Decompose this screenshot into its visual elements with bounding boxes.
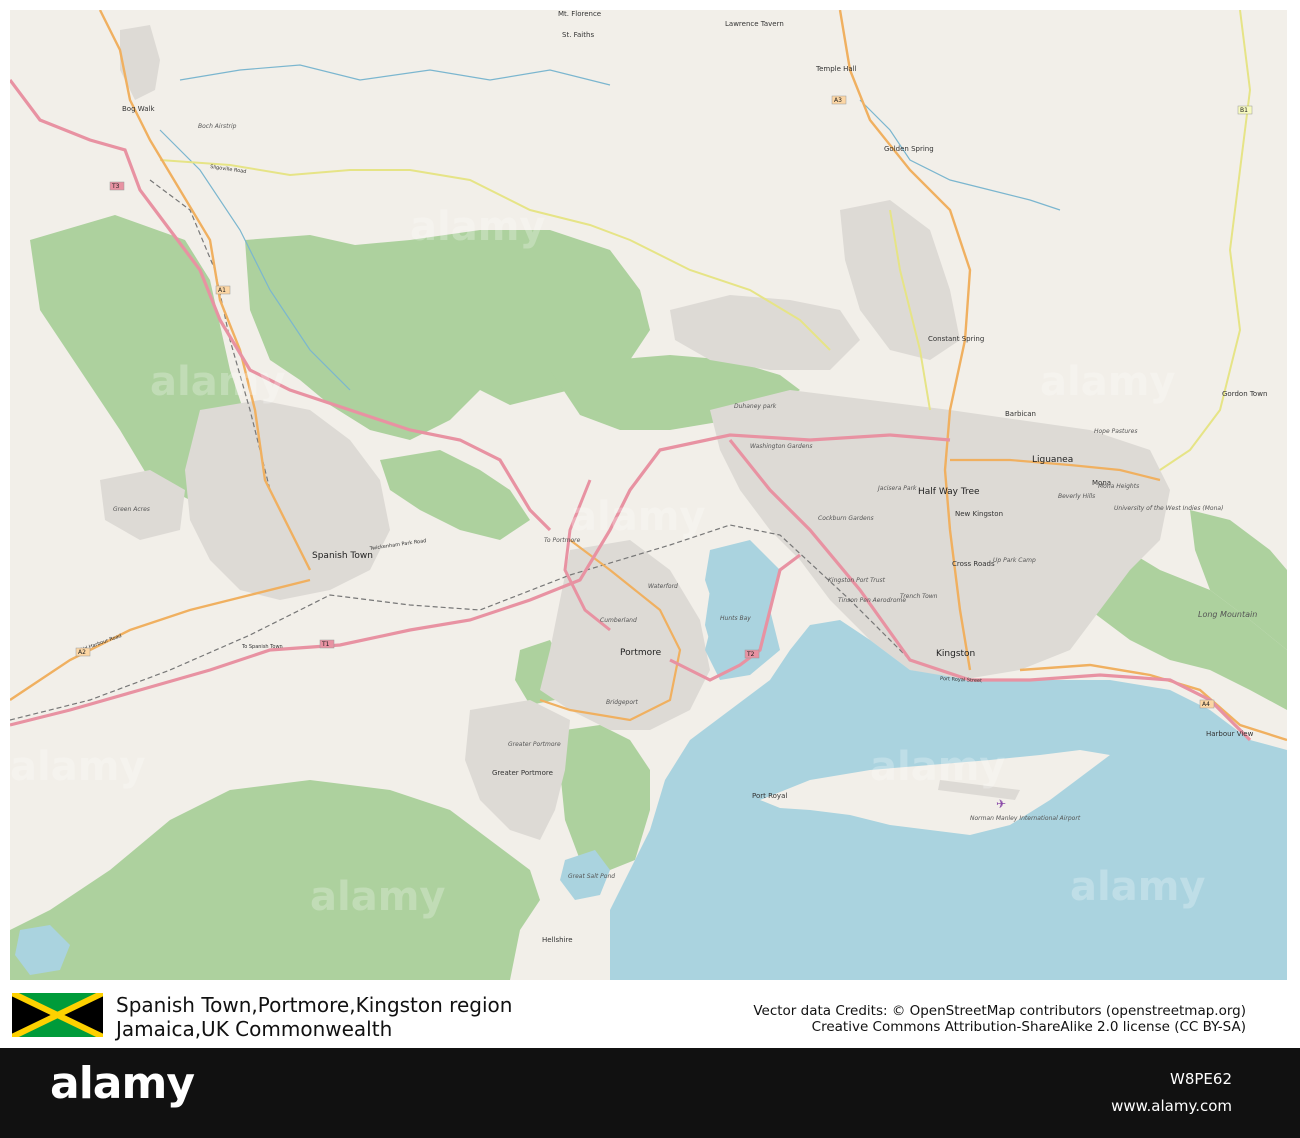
watermark: alamy [1040, 359, 1175, 405]
stock-url: www.alamy.com [1111, 1097, 1232, 1115]
label-mona-heights: Mona Heights [1098, 483, 1139, 490]
label-hunts-bay: Hunts Bay [720, 615, 751, 622]
label-bog-walk: Bog Walk [122, 105, 155, 113]
label-golden-spring: Golden Spring [884, 145, 934, 153]
map-title-line2: Jamaica,UK Commonwealth [116, 1017, 393, 1041]
label-gordon-town: Gordon Town [1222, 390, 1267, 398]
stock-banner [0, 1048, 1300, 1138]
label-barbican: Barbican [1005, 410, 1036, 418]
label-duhaney-park: Duhaney park [734, 403, 777, 410]
label-up-park-camp: Up Park Camp [993, 557, 1036, 564]
watermark: alamy [150, 359, 285, 405]
label-cumberland: Cumberland [600, 617, 637, 624]
stock-logo: alamy [50, 1058, 195, 1109]
label-long-mountain: Long Mountain [1198, 610, 1257, 619]
label-green-acres: Green Acres [113, 506, 150, 513]
label-university: University of the West Indies (Mona) [1114, 505, 1223, 512]
svg-text:T1: T1 [321, 641, 330, 648]
svg-text:A4: A4 [1202, 701, 1210, 708]
svg-text:A3: A3 [834, 97, 842, 104]
airport-icon: ✈ [996, 797, 1006, 811]
map-title-line1: Spanish Town,Portmore,Kingston region [116, 993, 513, 1017]
svg-text:A1: A1 [218, 287, 226, 294]
watermark: alamy [570, 494, 705, 540]
shield-a1: A1 [215, 285, 231, 295]
jamaica-flag-icon [12, 993, 103, 1037]
label-lawrence-tavern: Lawrence Tavern [725, 20, 784, 28]
label-jacisera-park: Jacisera Park [877, 485, 917, 492]
label-portmore: Portmore [620, 648, 662, 658]
shield-a3: A3 [831, 95, 847, 105]
svg-text:A2: A2 [78, 649, 86, 656]
label-harbour-view: Harbour View [1206, 730, 1254, 738]
label-great-salt-pond: Great Salt Pond [568, 873, 615, 880]
label-boch-airstrip: Boch Airstrip [198, 123, 237, 130]
credit-line1: Vector data Credits: © OpenStreetMap con… [753, 1003, 1246, 1019]
shield-t3: T3 [109, 181, 125, 191]
shield-a2: A2 [75, 647, 91, 657]
label-airport: Norman Manley International Airport [970, 815, 1081, 822]
svg-text:T2: T2 [746, 651, 755, 658]
watermark: alamy [870, 744, 1005, 790]
label-greater-portmore: Greater Portmore [492, 769, 553, 777]
shield-t2: T2 [744, 649, 760, 659]
label-mt-florence: Mt. Florence [558, 10, 601, 18]
watermark: alamy [10, 744, 145, 790]
shield-b1: B1 [1237, 105, 1253, 115]
label-washington-gardens: Washington Gardens [750, 443, 812, 450]
label-port-royal: Port Royal [752, 792, 787, 800]
label-temple-hall: Temple Hall [815, 65, 857, 73]
label-new-kingston: New Kingston [955, 510, 1003, 518]
label-half-way-tree: Half Way Tree [918, 487, 980, 497]
svg-text:B1: B1 [1240, 107, 1248, 114]
label-hope-pastures: Hope Pastures [1094, 428, 1137, 435]
stock-image-id: W8PE62 [1170, 1070, 1232, 1088]
label-to-spanish-town: To Spanish Town [241, 644, 283, 650]
map-svg: Mt. Florence Lawrence Tavern St. Faiths … [10, 10, 1287, 980]
label-spanish-town: Spanish Town [312, 551, 373, 561]
shield-t1: T1 [319, 639, 335, 649]
label-waterford: Waterford [648, 583, 678, 590]
label-st-faiths: St. Faiths [562, 31, 594, 39]
credit-line2: Creative Commons Attribution-ShareAlike … [811, 1019, 1246, 1035]
label-liguanea: Liguanea [1032, 455, 1073, 465]
label-constant-spring: Constant Spring [928, 335, 984, 343]
label-kingston-port-trust: Kingston Port Trust [828, 577, 886, 584]
watermark: alamy [310, 874, 445, 920]
watermark: alamy [1070, 864, 1205, 910]
label-beverly-hills: Beverly Hills [1058, 493, 1095, 500]
map-canvas: Mt. Florence Lawrence Tavern St. Faiths … [10, 10, 1287, 980]
label-greater-portmore-area: Greater Portmore [508, 741, 561, 748]
label-cross-roads: Cross Roads [952, 560, 995, 568]
label-bridgeport: Bridgeport [606, 699, 639, 706]
shield-a4: A4 [1199, 699, 1215, 709]
label-hellshire: Hellshire [542, 936, 573, 944]
label-kingston: Kingston [936, 649, 975, 659]
svg-text:T3: T3 [111, 183, 120, 190]
label-tinson-pen: Tinson Pen Aerodrome [838, 597, 906, 604]
label-cockburn-gardens: Cockburn Gardens [818, 515, 874, 522]
watermark: alamy [410, 204, 545, 250]
